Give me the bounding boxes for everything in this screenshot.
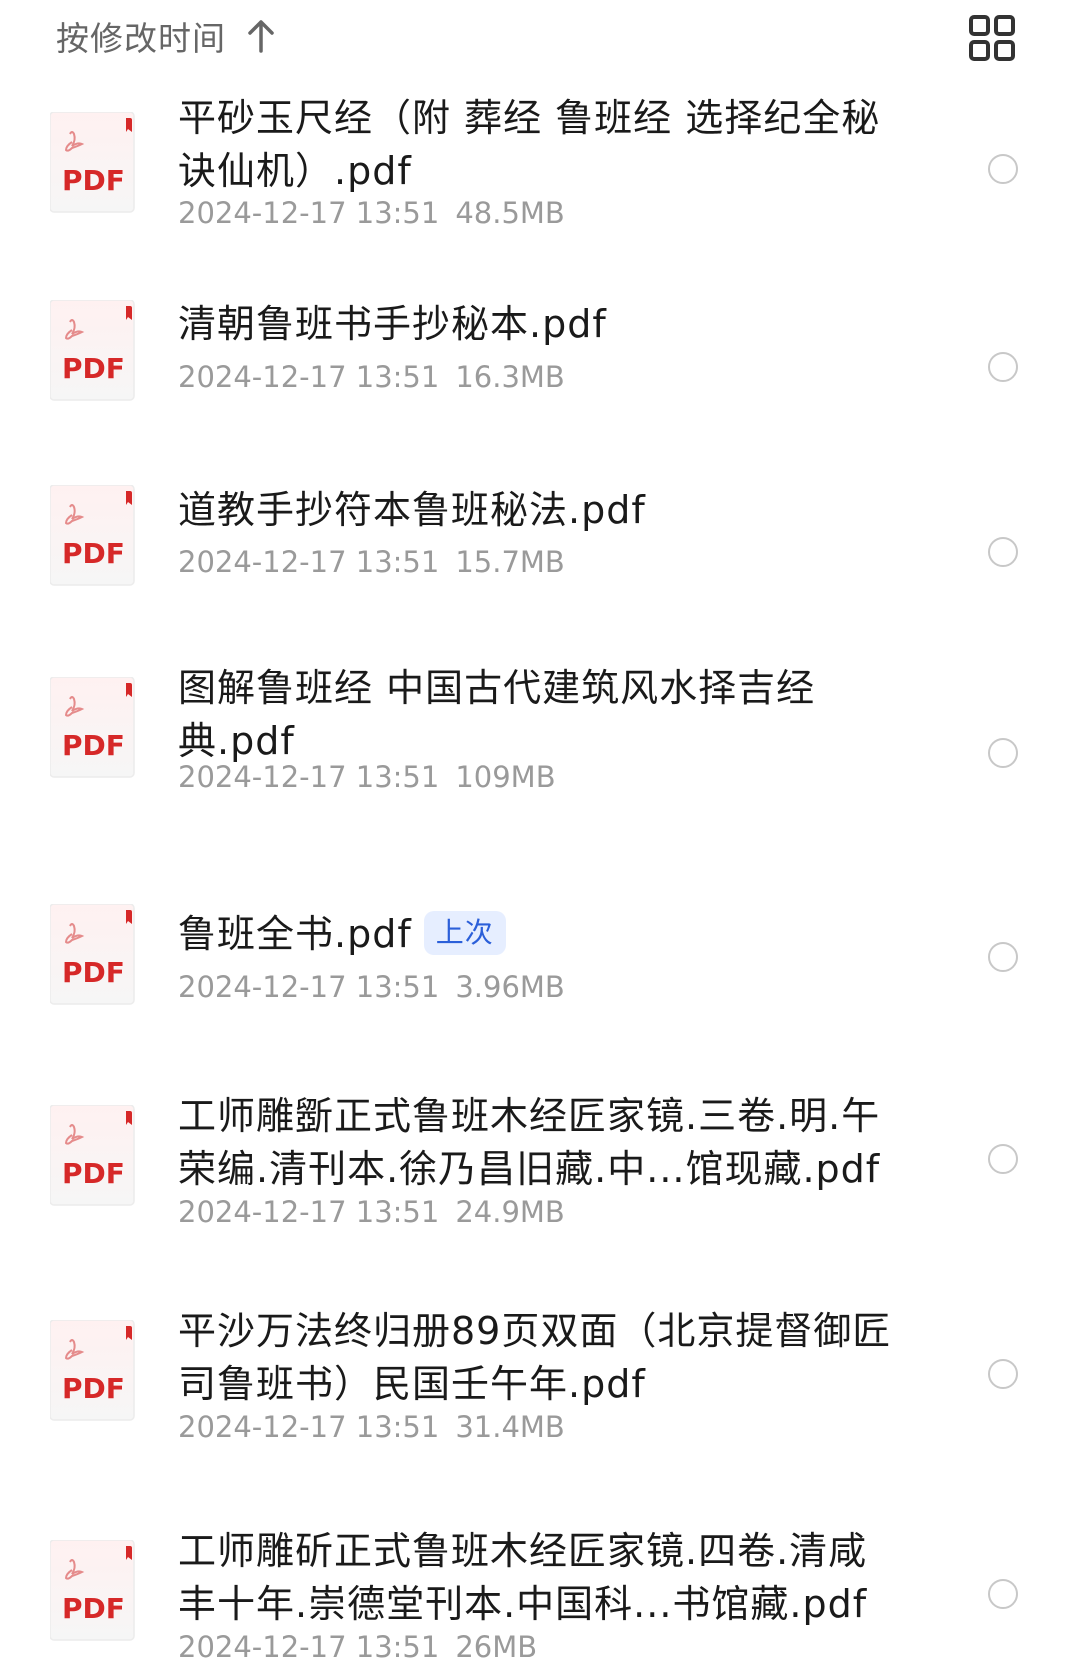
file-meta: 2024-12-17 13:51 24.9MB bbox=[178, 1195, 565, 1229]
file-date: 2024-12-17 13:51 bbox=[178, 1630, 440, 1664]
file-size: 26MB bbox=[455, 1630, 538, 1664]
file-date: 2024-12-17 13:51 bbox=[178, 970, 440, 1004]
file-meta: 2024-12-17 13:51 48.5MB bbox=[178, 196, 565, 230]
file-date: 2024-12-17 13:51 bbox=[178, 1195, 440, 1229]
sort-control[interactable]: 按修改时间 bbox=[56, 10, 276, 62]
pdf-icon-label: PDF bbox=[62, 956, 125, 989]
file-name: 工师雕斫正式鲁班木经匠家镜.四卷.清咸丰十年.崇德堂刊本.中国科...书馆藏.p… bbox=[178, 1525, 898, 1631]
file-name: 鲁班全书.pdf 上次 bbox=[178, 908, 898, 961]
select-radio[interactable] bbox=[988, 1144, 1018, 1174]
pdf-file-icon: PDF bbox=[50, 1540, 135, 1641]
file-name-text: 平砂玉尺经（附 葬经 鲁班经 选择纪全秘诀仙机）.pdf bbox=[178, 96, 881, 193]
last-opened-badge: 上次 bbox=[423, 910, 506, 955]
file-size: 15.7MB bbox=[455, 545, 565, 579]
pdf-file-icon: PDF bbox=[50, 112, 135, 213]
file-meta: 2024-12-17 13:51 3.96MB bbox=[178, 970, 565, 1004]
pdf-icon-label: PDF bbox=[62, 164, 125, 197]
file-size: 109MB bbox=[455, 760, 556, 794]
file-size: 48.5MB bbox=[455, 196, 565, 230]
file-size: 16.3MB bbox=[455, 360, 565, 394]
pdf-file-icon: PDF bbox=[50, 300, 135, 401]
file-meta: 2024-12-17 13:51 109MB bbox=[178, 760, 556, 794]
file-date: 2024-12-17 13:51 bbox=[178, 1410, 440, 1444]
file-size: 31.4MB bbox=[455, 1410, 565, 1444]
file-size: 24.9MB bbox=[455, 1195, 565, 1229]
file-name-text: 工师雕斵正式鲁班木经匠家镜.三卷.明.午荣编.清刊本.徐乃昌旧藏.中...馆现藏… bbox=[178, 1094, 881, 1191]
select-radio[interactable] bbox=[988, 738, 1018, 768]
file-date: 2024-12-17 13:51 bbox=[178, 196, 440, 230]
file-meta: 2024-12-17 13:51 26MB bbox=[178, 1630, 537, 1664]
select-radio[interactable] bbox=[988, 352, 1018, 382]
select-radio[interactable] bbox=[988, 537, 1018, 567]
file-meta: 2024-12-17 13:51 31.4MB bbox=[178, 1410, 565, 1444]
file-meta: 2024-12-17 13:51 16.3MB bbox=[178, 360, 565, 394]
file-name: 道教手抄符本鲁班秘法.pdf bbox=[178, 484, 898, 537]
file-meta: 2024-12-17 13:51 15.7MB bbox=[178, 545, 565, 579]
pdf-icon-label: PDF bbox=[62, 1372, 125, 1405]
file-date: 2024-12-17 13:51 bbox=[178, 760, 440, 794]
pdf-icon-label: PDF bbox=[62, 1157, 125, 1190]
file-name: 平沙万法终归册89页双面（北京提督御匠司鲁班书）民国壬午年.pdf bbox=[178, 1305, 898, 1411]
select-radio[interactable] bbox=[988, 1579, 1018, 1609]
pdf-icon-label: PDF bbox=[62, 729, 125, 762]
file-name: 清朝鲁班书手抄秘本.pdf bbox=[178, 298, 898, 351]
arrow-up-icon bbox=[248, 20, 274, 53]
pdf-file-icon: PDF bbox=[50, 677, 135, 778]
file-name: 图解鲁班经 中国古代建筑风水择吉经典.pdf bbox=[178, 662, 898, 768]
file-date: 2024-12-17 13:51 bbox=[178, 545, 440, 579]
pdf-icon-label: PDF bbox=[62, 1592, 125, 1625]
file-name-text: 图解鲁班经 中国古代建筑风水择吉经典.pdf bbox=[178, 666, 816, 763]
file-name: 工师雕斵正式鲁班木经匠家镜.三卷.明.午荣编.清刊本.徐乃昌旧藏.中...馆现藏… bbox=[178, 1090, 898, 1196]
pdf-file-icon: PDF bbox=[50, 904, 135, 1005]
file-name-text: 鲁班全书.pdf bbox=[178, 912, 412, 956]
file-name-text: 工师雕斫正式鲁班木经匠家镜.四卷.清咸丰十年.崇德堂刊本.中国科...书馆藏.p… bbox=[178, 1529, 868, 1626]
sort-label: 按修改时间 bbox=[56, 19, 226, 58]
file-name-text: 道教手抄符本鲁班秘法.pdf bbox=[178, 488, 646, 532]
file-name-text: 清朝鲁班书手抄秘本.pdf bbox=[178, 302, 607, 346]
file-name-text: 平沙万法终归册89页双面（北京提督御匠司鲁班书）民国壬午年.pdf bbox=[178, 1309, 892, 1406]
pdf-file-icon: PDF bbox=[50, 1105, 135, 1206]
top-bar: 按修改时间 bbox=[0, 0, 1080, 90]
file-name: 平砂玉尺经（附 葬经 鲁班经 选择纪全秘诀仙机）.pdf bbox=[178, 92, 898, 198]
pdf-icon-label: PDF bbox=[62, 537, 125, 570]
select-radio[interactable] bbox=[988, 154, 1018, 184]
grid-view-icon[interactable] bbox=[968, 14, 1016, 62]
pdf-file-icon: PDF bbox=[50, 485, 135, 586]
file-date: 2024-12-17 13:51 bbox=[178, 360, 440, 394]
file-size: 3.96MB bbox=[455, 970, 565, 1004]
pdf-icon-label: PDF bbox=[62, 352, 125, 385]
select-radio[interactable] bbox=[988, 942, 1018, 972]
pdf-file-icon: PDF bbox=[50, 1320, 135, 1421]
select-radio[interactable] bbox=[988, 1359, 1018, 1389]
